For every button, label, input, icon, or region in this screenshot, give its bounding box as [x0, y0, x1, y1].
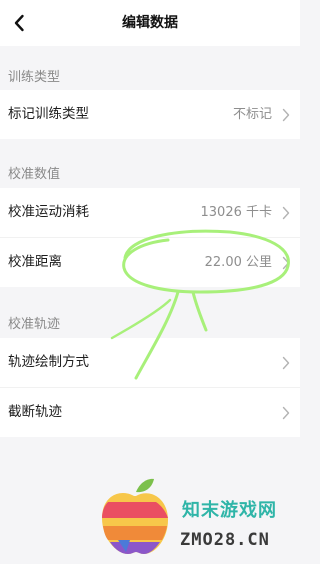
truncate-track-row[interactable]: 截断轨迹	[0, 388, 300, 437]
chevron-right-icon	[282, 206, 290, 220]
watermark-fruit-logo-icon	[102, 478, 168, 554]
section-label-track: 校准轨迹	[8, 317, 61, 332]
row-label: 校准距离	[8, 254, 62, 270]
top-bar: 编辑数据	[0, 0, 300, 46]
chevron-right-icon	[282, 406, 290, 420]
training-type-card: 标记训练类型 不标记	[0, 90, 300, 139]
watermark-name: 知末游戏网	[182, 500, 277, 521]
section-label-training-type: 训练类型	[8, 70, 61, 85]
row-label: 轨迹绘制方式	[8, 354, 89, 370]
watermark-domain: ZMO28.CN	[180, 530, 270, 550]
row-value: 不标记	[232, 107, 272, 122]
chevron-right-icon	[282, 356, 290, 370]
chevron-right-icon	[282, 256, 290, 270]
row-label: 校准运动消耗	[8, 204, 89, 220]
calibration-card: 校准运动消耗 13026 千卡 校准距离 22.00 公里	[0, 188, 300, 287]
calibrate-distance-row[interactable]: 校准距离 22.00 公里	[0, 238, 300, 287]
chevron-right-icon	[282, 108, 290, 122]
track-card: 轨迹绘制方式 截断轨迹	[0, 338, 300, 437]
row-value: 13026 千卡	[200, 205, 273, 220]
row-label: 截断轨迹	[8, 404, 62, 420]
track-drawing-mode-row[interactable]: 轨迹绘制方式	[0, 338, 300, 388]
section-label-calibration: 校准数值	[8, 167, 61, 182]
back-arrow-icon	[14, 14, 24, 32]
page-title: 编辑数据	[122, 15, 178, 31]
row-value: 22.00 公里	[204, 255, 272, 270]
back-button[interactable]	[6, 10, 32, 36]
mark-training-type-row[interactable]: 标记训练类型 不标记	[0, 90, 300, 139]
row-label: 标记训练类型	[8, 106, 89, 122]
calibrate-calories-row[interactable]: 校准运动消耗 13026 千卡	[0, 188, 300, 238]
